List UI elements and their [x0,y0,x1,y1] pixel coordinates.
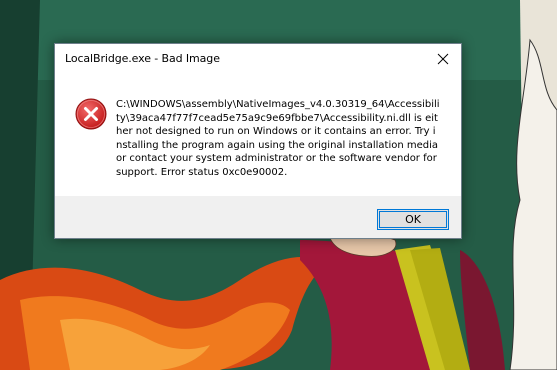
dialog-footer: OK [55,196,461,238]
dialog-titlebar[interactable]: LocalBridge.exe - Bad Image [55,44,461,74]
error-dialog: LocalBridge.exe - Bad Image C:\WINDOWS\a… [54,43,462,239]
close-icon [437,53,449,65]
error-icon [75,98,107,130]
error-message: C:\WINDOWS\assembly\NativeImages_v4.0.30… [116,99,440,178]
dialog-content: C:\WINDOWS\assembly\NativeImages_v4.0.30… [55,74,461,196]
dialog-title: LocalBridge.exe - Bad Image [65,52,220,65]
close-button[interactable] [425,44,461,74]
ok-button[interactable]: OK [377,209,449,230]
